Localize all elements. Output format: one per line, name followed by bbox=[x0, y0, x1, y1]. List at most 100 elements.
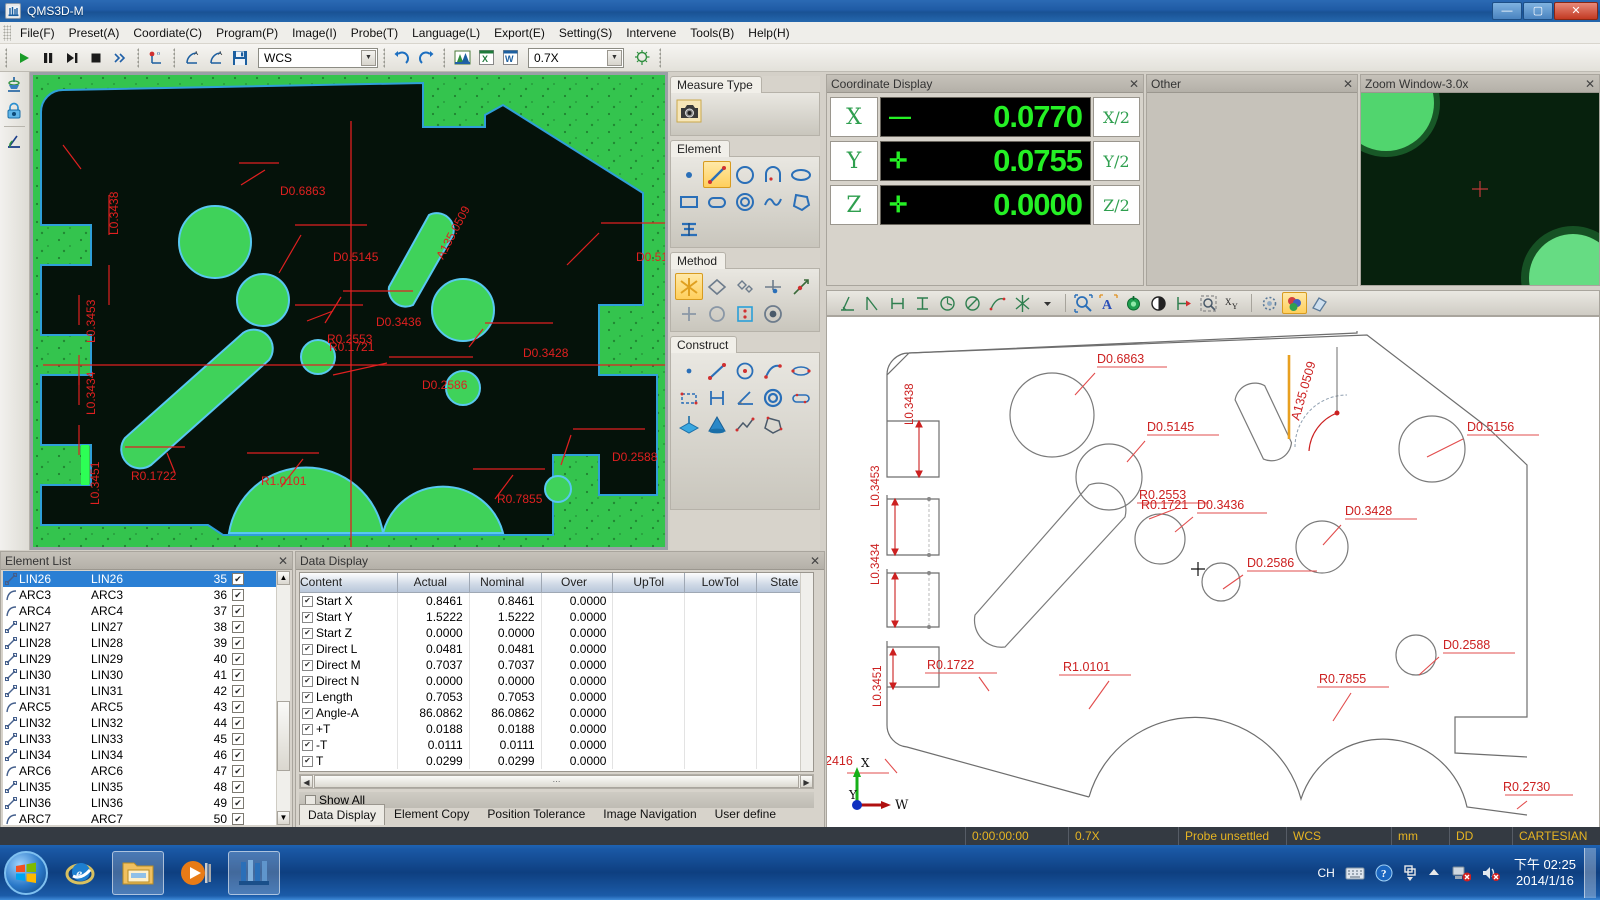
zoom-level-select[interactable]: 0.7X ▼ bbox=[528, 48, 624, 68]
target-icon[interactable] bbox=[759, 300, 787, 327]
data-table-row[interactable]: ✔Angle-A86.086286.08620.0000 bbox=[300, 705, 813, 721]
element-list-row[interactable]: ARC7ARC750✔ bbox=[3, 811, 290, 825]
row-checkbox[interactable]: ✔ bbox=[302, 692, 313, 703]
circle-pick-icon[interactable] bbox=[703, 300, 731, 327]
chevron-down-icon[interactable]: ▼ bbox=[361, 50, 376, 66]
menu-coordiate[interactable]: Coordiate(C) bbox=[126, 23, 209, 43]
scroll-thumb[interactable] bbox=[277, 701, 290, 771]
expand-tray-arrow[interactable] bbox=[1427, 868, 1441, 878]
element-list-row[interactable]: ARC6ARC647✔ bbox=[3, 763, 290, 779]
diameter-icon[interactable] bbox=[960, 292, 985, 314]
polygon-icon[interactable] bbox=[787, 188, 815, 215]
help-icon[interactable]: ? bbox=[1375, 864, 1393, 882]
menu-image[interactable]: Image(I) bbox=[285, 23, 344, 43]
cad-drawing-view[interactable]: D0.6863 D0.5145 D0.5156 D0.3436 D0.3428 … bbox=[826, 316, 1600, 828]
data-table[interactable]: Content Actual Nominal Over UpTol LowTol… bbox=[299, 572, 814, 772]
data-table-row[interactable]: ✔Direct M0.70370.70370.0000 bbox=[300, 657, 813, 673]
xy-icon[interactable]: XY bbox=[1221, 292, 1246, 314]
element-list-body[interactable]: LIN26LIN2635✔ARC3ARC336✔ARC4ARC437✔LIN27… bbox=[3, 571, 290, 825]
data-table-row[interactable]: ✔Start Y1.52221.52220.0000 bbox=[300, 609, 813, 625]
element-list-row[interactable]: ARC5ARC543✔ bbox=[3, 699, 290, 715]
col-nominal[interactable]: Nominal bbox=[470, 573, 542, 593]
taskbar-clock[interactable]: 下午 02:25 2014/1/16 bbox=[1506, 857, 1584, 889]
element-list-row[interactable]: LIN35LIN3548✔ bbox=[3, 779, 290, 795]
box-pick-icon[interactable] bbox=[731, 300, 759, 327]
word-export-icon[interactable]: W bbox=[498, 47, 522, 69]
element-checkbox[interactable]: ✔ bbox=[232, 701, 244, 713]
step-button[interactable] bbox=[60, 47, 84, 69]
element-list-row[interactable]: LIN26LIN2635✔ bbox=[3, 571, 290, 587]
scroll-down-arrow[interactable]: ▼ bbox=[277, 811, 290, 825]
menu-export[interactable]: Export(E) bbox=[487, 23, 552, 43]
probe-calibrate-icon[interactable] bbox=[0, 72, 28, 98]
element-checkbox[interactable]: ✔ bbox=[232, 621, 244, 633]
toolbar-grip-1[interactable] bbox=[5, 48, 7, 68]
close-icon-element-list[interactable]: ✕ bbox=[278, 554, 288, 568]
run-button[interactable] bbox=[12, 47, 36, 69]
goto-point-icon[interactable] bbox=[1171, 292, 1196, 314]
minimize-button[interactable]: — bbox=[1492, 2, 1522, 20]
arc-dim-icon[interactable] bbox=[985, 292, 1010, 314]
col-actual[interactable]: Actual bbox=[398, 573, 470, 593]
element-checkbox[interactable]: ✔ bbox=[232, 637, 244, 649]
tab-image-navigation[interactable]: Image Navigation bbox=[594, 803, 705, 825]
cone-cons-icon[interactable] bbox=[703, 411, 731, 438]
slot-cons-icon[interactable] bbox=[787, 384, 815, 411]
col-content[interactable]: Content bbox=[300, 573, 398, 593]
menu-program[interactable]: Program(P) bbox=[209, 23, 285, 43]
element-checkbox[interactable]: ✔ bbox=[232, 797, 244, 809]
axis-half-z[interactable]: Z/2 bbox=[1093, 185, 1140, 225]
plane-cons-icon[interactable] bbox=[675, 411, 703, 438]
close-button[interactable]: ✕ bbox=[1554, 2, 1598, 20]
element-list-row[interactable]: LIN27LIN2738✔ bbox=[3, 619, 290, 635]
element-checkbox[interactable]: ✔ bbox=[232, 765, 244, 777]
element-checkbox[interactable]: ✔ bbox=[232, 573, 244, 585]
element-list-row[interactable]: LIN29LIN2940✔ bbox=[3, 651, 290, 667]
arc-icon[interactable] bbox=[759, 161, 787, 188]
vector-icon[interactable] bbox=[787, 273, 815, 300]
eraser-icon[interactable] bbox=[1307, 292, 1332, 314]
show-desktop-button[interactable] bbox=[1584, 848, 1596, 898]
redo-button[interactable] bbox=[414, 47, 438, 69]
plane-stack-icon[interactable] bbox=[675, 215, 703, 242]
data-table-row[interactable]: ✔+T0.01880.01880.0000 bbox=[300, 721, 813, 737]
zoom-window-icon[interactable] bbox=[1196, 292, 1221, 314]
element-checkbox[interactable]: ✔ bbox=[232, 749, 244, 761]
close-icon-data-display[interactable]: ✕ bbox=[810, 554, 820, 568]
slot-icon[interactable] bbox=[703, 188, 731, 215]
element-checkbox[interactable]: ✔ bbox=[232, 781, 244, 793]
network-icon[interactable] bbox=[1451, 864, 1471, 882]
distance-v-icon[interactable] bbox=[910, 292, 935, 314]
data-table-row[interactable]: ✔-T0.01110.01110.0000 bbox=[300, 737, 813, 753]
element-checkbox[interactable]: ✔ bbox=[232, 605, 244, 617]
intersect-icon[interactable] bbox=[1010, 292, 1035, 314]
angle-a-icon[interactable]: A bbox=[180, 47, 204, 69]
element-list-row[interactable]: ARC3ARC336✔ bbox=[3, 587, 290, 603]
point-cons-icon[interactable] bbox=[675, 357, 703, 384]
tab-position-tolerance[interactable]: Position Tolerance bbox=[478, 803, 594, 825]
color-icon[interactable] bbox=[1282, 292, 1307, 314]
report-icon[interactable] bbox=[450, 47, 474, 69]
menu-setting[interactable]: Setting(S) bbox=[552, 23, 619, 43]
excel-export-icon[interactable]: X bbox=[474, 47, 498, 69]
ellipse-cons-icon[interactable] bbox=[787, 357, 815, 384]
hscroll-left-arrow[interactable]: ◀ bbox=[300, 775, 313, 788]
auto-scan-icon[interactable] bbox=[675, 273, 703, 300]
tab-element-copy[interactable]: Element Copy bbox=[385, 803, 478, 825]
volume-muted-icon[interactable] bbox=[1481, 864, 1501, 882]
hscroll-right-arrow[interactable]: ▶ bbox=[800, 775, 813, 788]
qms3d-icon[interactable] bbox=[228, 851, 280, 895]
element-checkbox[interactable]: ✔ bbox=[232, 669, 244, 681]
col-over[interactable]: Over bbox=[542, 573, 614, 593]
distance-h-icon[interactable] bbox=[885, 292, 910, 314]
menu-grip[interactable] bbox=[3, 25, 11, 41]
rect-frame-icon[interactable] bbox=[703, 273, 731, 300]
close-icon[interactable]: ✕ bbox=[1129, 77, 1139, 91]
menu-preset[interactable]: Preset(A) bbox=[62, 23, 127, 43]
data-table-row[interactable]: ✔Direct L0.04810.04810.0000 bbox=[300, 641, 813, 657]
angle-b-icon[interactable]: A bbox=[204, 47, 228, 69]
line-icon[interactable] bbox=[703, 161, 731, 188]
refresh-icon[interactable] bbox=[1121, 292, 1146, 314]
row-checkbox[interactable]: ✔ bbox=[302, 660, 313, 671]
data-table-vscrollbar[interactable] bbox=[800, 573, 813, 771]
